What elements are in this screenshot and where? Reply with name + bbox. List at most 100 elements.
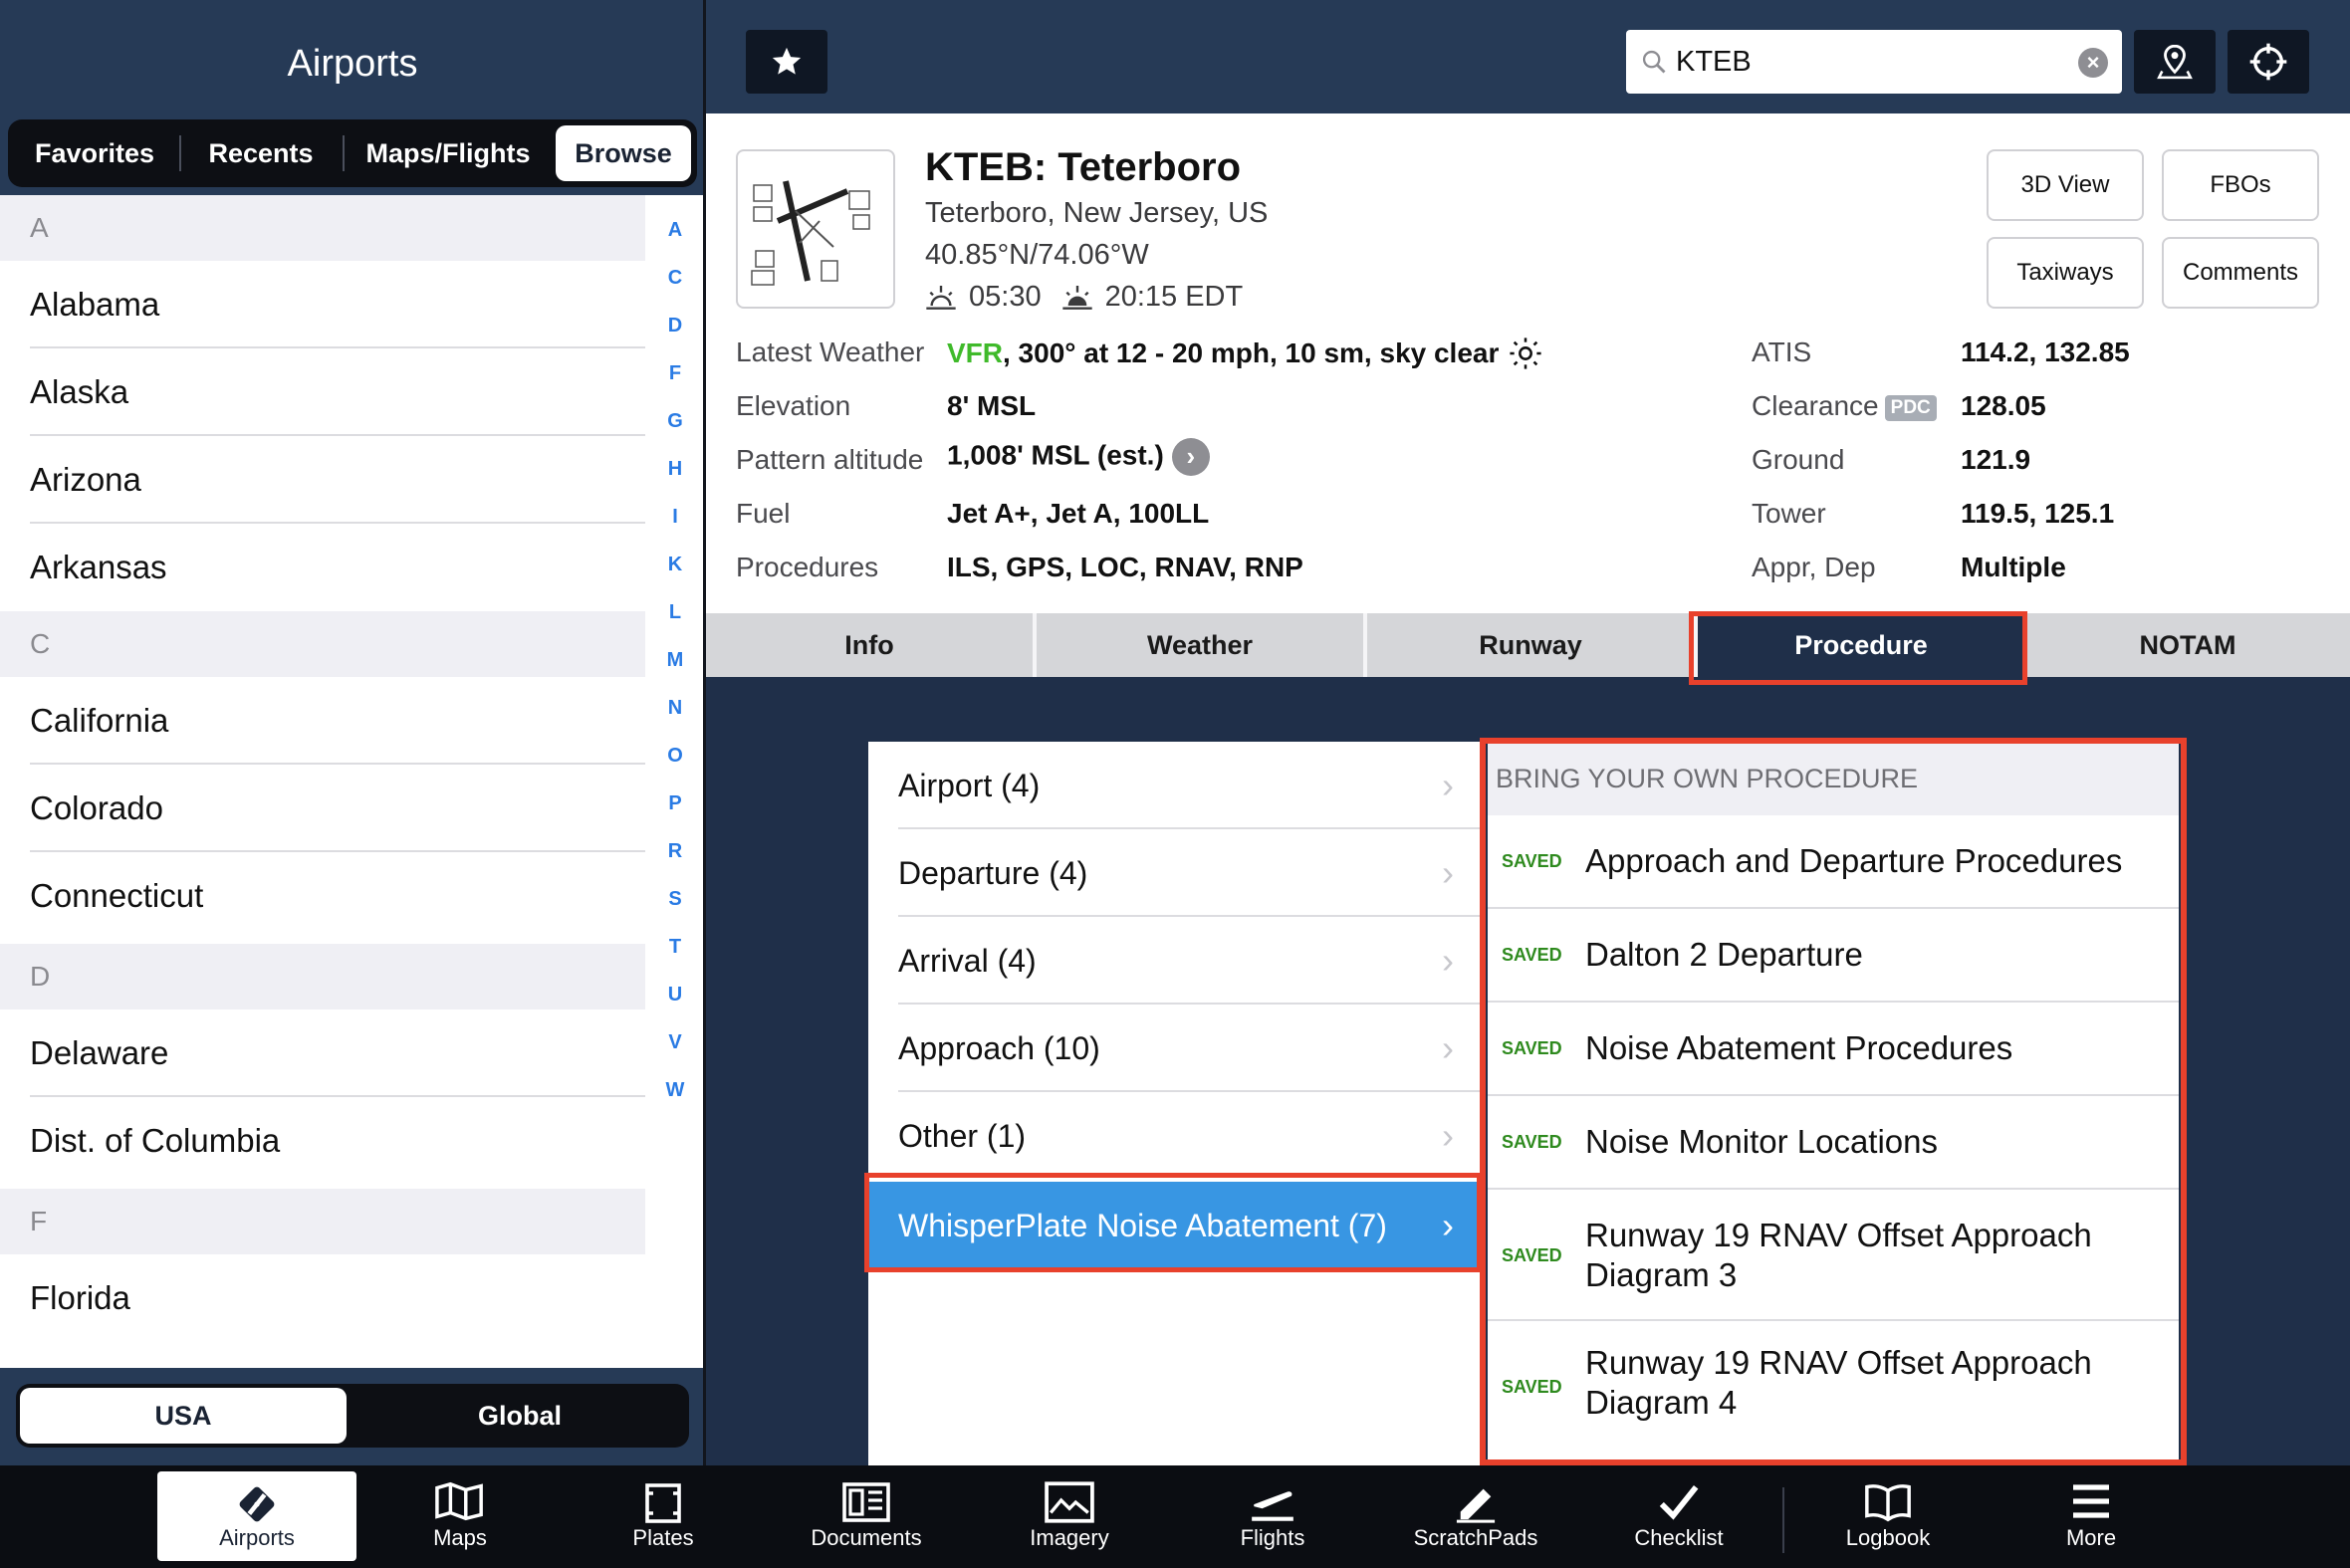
alpha-index-letter[interactable]: L [645,601,705,624]
favorite-button[interactable] [746,30,827,94]
field-value-procedures: ILS, GPS, LOC, RNAV, RNP [947,552,1303,582]
section-header-c: C [0,611,645,677]
tab-documents[interactable]: Documents [767,1471,966,1561]
list-item[interactable]: Other (1) › [868,1092,1480,1180]
list-item[interactable]: Arkansas [0,524,645,611]
alpha-index-letter[interactable]: K [645,554,705,576]
locate-button[interactable] [2228,30,2309,94]
tab-info[interactable]: Info [706,613,1033,677]
alpha-index-letter[interactable]: V [645,1031,705,1054]
tab-checklist[interactable]: Checklist [1579,1471,1778,1561]
taxiways-button[interactable]: Taxiways [1987,237,2144,309]
weather-value[interactable]: VFR , 300° at 12 - 20 mph, 10 sm, sky cl… [947,336,1542,370]
clear-search-button[interactable]: × [2078,48,2108,78]
airport-diagram-thumbnail[interactable] [736,149,895,309]
list-item[interactable]: Approach (10) › [868,1005,1480,1092]
tab-scratchpads[interactable]: ScratchPads [1376,1471,1575,1561]
search-input[interactable]: KTEB [1676,30,1752,94]
list-item[interactable]: Alaska [0,348,645,436]
list-item[interactable]: Departure (4) › [868,829,1480,917]
alpha-index-letter[interactable]: W [645,1079,705,1102]
tab-more[interactable]: More [1992,1471,2191,1561]
segment-global[interactable]: Global [354,1388,685,1444]
alpha-index-letter[interactable]: H [645,458,705,481]
alpha-index-letter[interactable]: T [645,936,705,959]
tab-label: Checklist [1634,1525,1724,1550]
alpha-index-letter[interactable]: P [645,792,705,815]
list-item[interactable]: Colorado [0,765,645,852]
segment-divider [179,135,181,171]
segment-browse[interactable]: Browse [556,125,691,181]
alpha-index-letter[interactable]: O [645,745,705,768]
tab-notam[interactable]: NOTAM [2024,613,2350,677]
airport-title: KTEB: Teterboro [925,145,1242,189]
field-label-tower: Tower [1752,498,1826,529]
list-item[interactable]: Connecticut [0,852,645,940]
alpha-index-letter[interactable]: U [645,984,705,1007]
tab-plates[interactable]: Plates [564,1471,763,1561]
map-pin-button[interactable] [2134,30,2216,94]
tab-logbook[interactable]: Logbook [1788,1471,1988,1561]
list-item[interactable]: California [0,677,645,765]
fbos-button[interactable]: FBOs [2162,149,2319,221]
tab-imagery[interactable]: Imagery [970,1471,1169,1561]
tab-label: Plates [632,1525,694,1550]
scratchpads-icon [1456,1488,1496,1523]
segment-favorites[interactable]: Favorites [14,125,175,181]
state-list[interactable]: A Alabama Alaska Arizona Arkansas C Cali… [0,195,705,1368]
pattern-altitude-value: 1,008' MSL (est.) [947,439,1164,471]
comments-button[interactable]: Comments [2162,237,2319,309]
chevron-right-icon: › [1442,1027,1454,1068]
3d-view-button[interactable]: 3D View [1987,149,2144,221]
field-value-appr-dep: Multiple [1961,552,2066,582]
field-label-clearance: Clearance PDC [1752,390,1937,422]
tab-runway[interactable]: Runway [1367,613,1694,677]
list-item[interactable]: Delaware [0,1009,645,1097]
tab-flights[interactable]: Flights [1173,1471,1372,1561]
alpha-index-letter[interactable]: D [645,315,705,337]
flights-icon [1252,1491,1293,1521]
segment-recents[interactable]: Recents [183,125,339,181]
whisperplate-highlight-box [864,1173,1482,1272]
tab-maps[interactable]: Maps [360,1471,560,1561]
segment-maps-flights[interactable]: Maps/Flights [347,125,550,181]
list-item[interactable]: Airport (4) › [868,742,1480,829]
alpha-index-letter[interactable]: S [645,888,705,911]
state-name: Alaska [30,373,129,410]
bottom-tab-bar: Airports Maps Plates Documents Imagery F… [0,1465,2350,1568]
alpha-index-letter[interactable]: N [645,697,705,720]
state-name: Arizona [30,461,141,498]
alphabet-index[interactable]: A C D F G H I K L M N O P R S T U V W [645,195,705,1368]
list-item[interactable]: Dist. of Columbia [0,1097,645,1185]
clearance-label: Clearance [1752,390,1879,421]
list-item[interactable]: Alabama [0,261,645,348]
field-value-pattern[interactable]: 1,008' MSL (est.) › [947,438,1210,476]
category-label: Airport (4) [898,768,1041,803]
crosshair-icon [2249,43,2287,81]
list-item[interactable]: Arrival (4) › [868,917,1480,1005]
list-item[interactable]: Florida [0,1254,645,1342]
state-name: California [30,702,169,739]
field-value-tower: 119.5, 125.1 [1961,498,2115,529]
alpha-index-letter[interactable]: C [645,267,705,290]
pdc-badge[interactable]: PDC [1884,394,1937,421]
alpha-index-letter[interactable]: G [645,410,705,433]
tab-weather[interactable]: Weather [1037,613,1363,677]
alpha-index-letter[interactable]: R [645,840,705,863]
flight-category: VFR [947,337,1003,368]
field-label-fuel: Fuel [736,498,791,529]
alpha-index-letter[interactable]: A [645,219,705,242]
field-label-procedures: Procedures [736,552,879,582]
alpha-index-letter[interactable]: I [645,506,705,529]
alpha-index-letter[interactable]: F [645,362,705,385]
chevron-right-icon[interactable]: › [1171,438,1210,476]
alpha-index-letter[interactable]: M [645,649,705,672]
airport-search-field[interactable]: KTEB × [1626,30,2122,94]
documents-icon [842,1482,890,1522]
airport-coordinates: 40.85°N/74.06°W [925,239,1149,271]
list-item[interactable]: Arizona [0,436,645,524]
airport-diagram-icon [744,157,887,301]
category-label: Approach (10) [898,1030,1100,1066]
segment-usa[interactable]: USA [20,1388,347,1444]
tab-airports[interactable]: Airports [157,1471,356,1561]
